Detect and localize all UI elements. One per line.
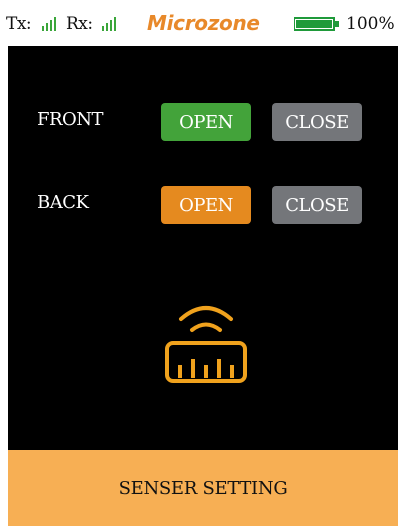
back-open-button[interactable]: OPEN xyxy=(161,186,251,224)
sensor-ruler-icon[interactable] xyxy=(163,299,249,385)
battery-fill xyxy=(296,20,332,28)
tx-signal-icon xyxy=(42,17,56,31)
tx-label: Tx: xyxy=(6,14,32,34)
front-open-button[interactable]: OPEN xyxy=(161,103,251,141)
back-close-button[interactable]: CLOSE xyxy=(272,186,362,224)
front-label: FRONT xyxy=(37,109,104,130)
rx-signal-icon xyxy=(102,17,116,31)
brand-logo: Microzone xyxy=(147,11,260,35)
front-close-button[interactable]: CLOSE xyxy=(272,103,362,141)
senser-setting-button[interactable]: SENSER SETTING xyxy=(8,450,398,526)
senser-setting-label: SENSER SETTING xyxy=(118,477,288,499)
status-bar: Tx: Rx: Microzone 100% xyxy=(0,0,398,46)
back-label: BACK xyxy=(37,192,89,213)
battery-percent: 100% xyxy=(346,14,395,34)
main-screen: FRONT OPEN CLOSE BACK OPEN CLOSE xyxy=(8,46,398,450)
rx-label: Rx: xyxy=(66,14,93,34)
battery-icon xyxy=(294,17,339,31)
